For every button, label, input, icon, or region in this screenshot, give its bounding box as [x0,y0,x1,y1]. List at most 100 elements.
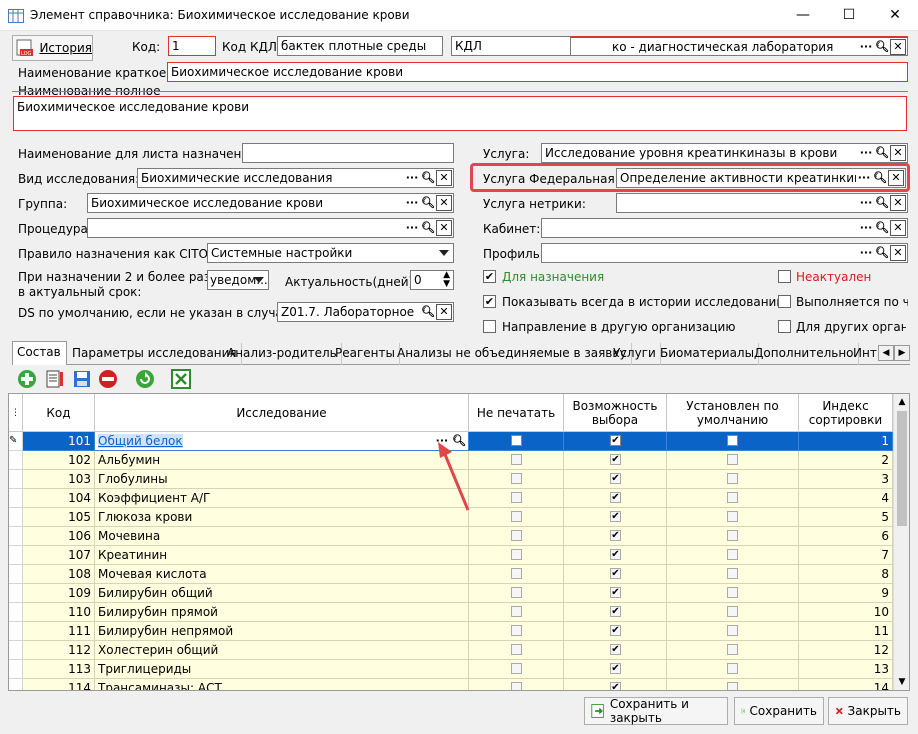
col-study-header[interactable]: Исследование [95,394,469,432]
search-icon[interactable]: 🔍︎ [420,169,436,187]
clear-icon[interactable]: ✕ [890,195,906,211]
clear-icon[interactable]: ✕ [436,195,452,211]
default-checkbox[interactable] [727,682,738,690]
tab-scroll-left-icon[interactable]: ◀ [878,345,894,361]
clear-icon[interactable]: ✕ [890,39,906,55]
more-icon[interactable]: ··· [404,194,420,212]
choice-checkbox[interactable]: ✔ [610,530,621,541]
col-default-header[interactable]: Установлен по умолчанию [667,394,799,432]
table-row[interactable]: 107 Креатинин ✔ 7 [9,546,909,565]
cell-code[interactable]: 101 [23,432,95,451]
cell-study[interactable]: Креатинин [95,546,469,565]
cell-code[interactable]: 103 [23,470,95,489]
choice-checkbox[interactable]: ✔ [610,549,621,560]
choice-checkbox[interactable]: ✔ [610,568,621,579]
tab-services[interactable]: Услуги [609,343,661,365]
table-row[interactable]: 109 Билирубин общий ✔ 9 [9,584,909,603]
search-icon[interactable]: 🔍︎ [874,219,890,237]
tab-not-combined[interactable]: Анализы не объединяемые в заявку [393,343,632,365]
save-button[interactable]: Сохранить [734,697,824,725]
cell-sort[interactable]: 10 [799,603,893,622]
scroll-down-icon[interactable]: ▼ [894,674,909,690]
actuality-stepper[interactable]: 0 ▲ ▼ [410,270,454,290]
table-row[interactable]: 113 Триглицериды ✔ 13 [9,660,909,679]
default-checkbox[interactable] [727,587,738,598]
cell-sort[interactable]: 2 [799,451,893,470]
close-button[interactable]: Закрыть [828,697,908,725]
lab-input[interactable]: ко - диагностическая лаборатория ··· 🔍︎ ✕ [570,36,908,56]
cell-sort[interactable]: 11 [799,622,893,641]
cell-code[interactable]: 113 [23,660,95,679]
default-checkbox[interactable] [727,644,738,655]
tab-params[interactable]: Параметры исследования [68,343,242,365]
cell-sort[interactable]: 3 [799,470,893,489]
table-row[interactable]: 108 Мочевая кислота ✔ 8 [9,565,909,584]
maximize-button[interactable]: ☐ [826,0,872,31]
table-row[interactable]: 112 Холестерин общий ✔ 12 [9,641,909,660]
cell-sort[interactable]: 6 [799,527,893,546]
cell-sort[interactable]: 8 [799,565,893,584]
clear-icon[interactable]: ✕ [890,145,906,161]
default-checkbox[interactable] [727,511,738,522]
procedure-input[interactable]: ··· 🔍︎ ✕ [87,218,454,238]
row-menu-icon[interactable]: ⋮ [9,394,23,432]
netrika-input[interactable]: ··· 🔍︎ ✕ [616,193,908,213]
default-checkbox[interactable] [727,492,738,503]
default-checkbox[interactable] [727,568,738,579]
no-print-checkbox[interactable] [511,473,522,484]
cell-sort[interactable]: 13 [799,660,893,679]
code-input[interactable]: 1 [168,36,216,56]
col-code-header[interactable]: Код [23,394,95,432]
table-row[interactable]: 106 Мочевина ✔ 6 [9,527,909,546]
more-icon[interactable]: ··· [858,144,874,162]
choice-checkbox[interactable]: ✔ [610,587,621,598]
no-print-checkbox[interactable] [511,587,522,598]
edit-list-icon[interactable] [45,369,65,389]
row-indicator[interactable]: ✎ [9,432,23,451]
cell-study[interactable]: Билирубин непрямой [95,622,469,641]
default-checkbox[interactable] [727,530,738,541]
choice-checkbox[interactable]: ✔ [610,511,621,522]
row-indicator[interactable] [9,641,23,660]
cell-code[interactable]: 112 [23,641,95,660]
cell-study[interactable]: Коэффициент А/Г [95,489,469,508]
row-indicator[interactable] [9,603,23,622]
tab-composition[interactable]: Состав [12,341,67,365]
cell-sort[interactable]: 9 [799,584,893,603]
table-row[interactable]: 111 Билирубин непрямой ✔ 11 [9,622,909,641]
cell-study[interactable]: Общий белок ··· 🔍︎ [95,432,469,451]
save-close-button[interactable]: Сохранить и закрыть [584,697,728,725]
default-checkbox[interactable] [727,473,738,484]
no-print-checkbox[interactable] [511,435,522,446]
cell-code[interactable]: 106 [23,527,95,546]
stepper-arrows-icon[interactable]: ▲ ▼ [443,271,450,289]
choice-checkbox[interactable]: ✔ [610,625,621,636]
choice-checkbox[interactable]: ✔ [610,473,621,484]
cell-sort[interactable]: 5 [799,508,893,527]
delete-icon[interactable] [98,369,118,389]
for-assign-checkbox[interactable]: ✔ [483,270,496,283]
cell-code[interactable]: 114 [23,679,95,690]
save-icon[interactable] [72,369,92,389]
cell-sort[interactable]: 7 [799,546,893,565]
other-org-checkbox[interactable] [778,320,791,333]
col-choice-header[interactable]: Возможность выбора [564,394,667,432]
more-icon[interactable]: ··· [858,244,874,262]
grid-scrollbar[interactable]: ▲ ▼ [893,394,909,690]
no-print-checkbox[interactable] [511,682,522,690]
performed-checkbox[interactable] [778,295,791,308]
search-icon[interactable]: 🔍︎ [874,144,890,162]
row-indicator[interactable] [9,451,23,470]
default-checkbox[interactable] [727,606,738,617]
scroll-up-icon[interactable]: ▲ [894,394,909,410]
study-type-input[interactable]: Биохимические исследования ··· 🔍︎ ✕ [137,168,454,188]
table-row[interactable]: 114 Трансаминазы: АСТ ✔ 14 [9,679,909,690]
row-indicator[interactable] [9,508,23,527]
no-print-checkbox[interactable] [511,663,522,674]
tab-biomaterials[interactable]: Биоматериалы [656,343,760,365]
cell-study[interactable]: Билирубин общий [95,584,469,603]
add-icon[interactable] [17,369,37,389]
profile-input[interactable]: ··· 🔍︎ ✕ [541,243,908,263]
more-icon[interactable]: ··· [856,169,872,187]
row-indicator[interactable] [9,527,23,546]
